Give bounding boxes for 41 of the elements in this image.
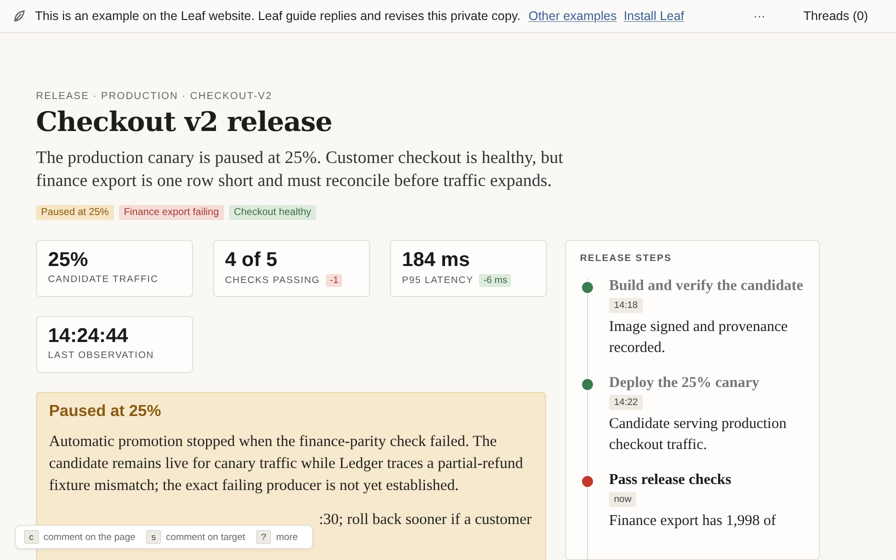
notice-text: :30; roll back sooner if a customer (318, 510, 533, 530)
status-tag: Paused at 25% (36, 205, 114, 220)
notice-title: Paused at 25% (49, 403, 162, 421)
time-badge: 14:22 (609, 395, 643, 410)
panel-heading: RELEASE STEPS (580, 253, 673, 264)
delta-badge: -1 (326, 274, 342, 287)
more-button[interactable]: ··· (751, 9, 768, 23)
page-title: Checkout v2 release (36, 107, 334, 138)
step-title: Build and verify the candidate (609, 278, 804, 295)
key-hint: s (146, 530, 161, 544)
step-text: Finance export has 1,998 of (609, 512, 778, 531)
banner-message: This is an example on the Leaf website. Leaf guide replies and revises this private copy. (35, 9, 520, 23)
step-title: Pass release checks (609, 472, 732, 489)
status-tag: Finance export failing (118, 205, 224, 220)
notice-text: Automatic promotion stopped when the finance-parity check failed. The candidate remains live for canary traffic while Ledger traces a partial-refund fixture mismatch; the exact failing producer is not yet established. (49, 432, 524, 496)
breadcrumb: RELEASE · PRODUCTION · CHECKOUT-V2 (36, 91, 274, 102)
delta-badge: -6 ms (479, 274, 512, 287)
step-text: Candidate serving production checkout traffic. (609, 415, 788, 455)
banner-link[interactable]: Install Leaf (624, 9, 684, 23)
step-title: Deploy the 25% canary (609, 375, 760, 392)
shortcut-label: comment on the page (44, 532, 136, 542)
time-badge: now (609, 492, 636, 507)
stat-value: 4 of 5 (225, 249, 278, 272)
stat-label: P95 LATENCY (402, 275, 474, 286)
step-text: Image signed and provenance recorded. (609, 318, 789, 358)
summary-text: The production canary is paused at 25%. Customer checkout is healthy, but finance export is one row short and must reconcile before traffic expands. (36, 146, 564, 192)
stat-label: CANDIDATE TRAFFIC (48, 274, 158, 285)
shortcut-label: more (276, 532, 298, 542)
stat-label: CHECKS PASSING (225, 275, 320, 286)
stat-label: LAST OBSERVATION (48, 350, 154, 361)
time-badge: 14:18 (609, 298, 643, 313)
key-hint: ? (256, 530, 272, 544)
threads-button[interactable]: Threads (0) (803, 9, 868, 23)
stat-value: 184 ms (402, 249, 471, 272)
leaf-icon (13, 10, 25, 22)
key-hint: c (24, 530, 38, 544)
status-tag: Checkout healthy (228, 205, 316, 220)
banner-link[interactable]: Other examples (528, 9, 617, 23)
stat-value: 14:24:44 (48, 325, 130, 348)
shortcut-label: comment on target (166, 532, 246, 542)
stat-value: 25% (48, 249, 90, 272)
